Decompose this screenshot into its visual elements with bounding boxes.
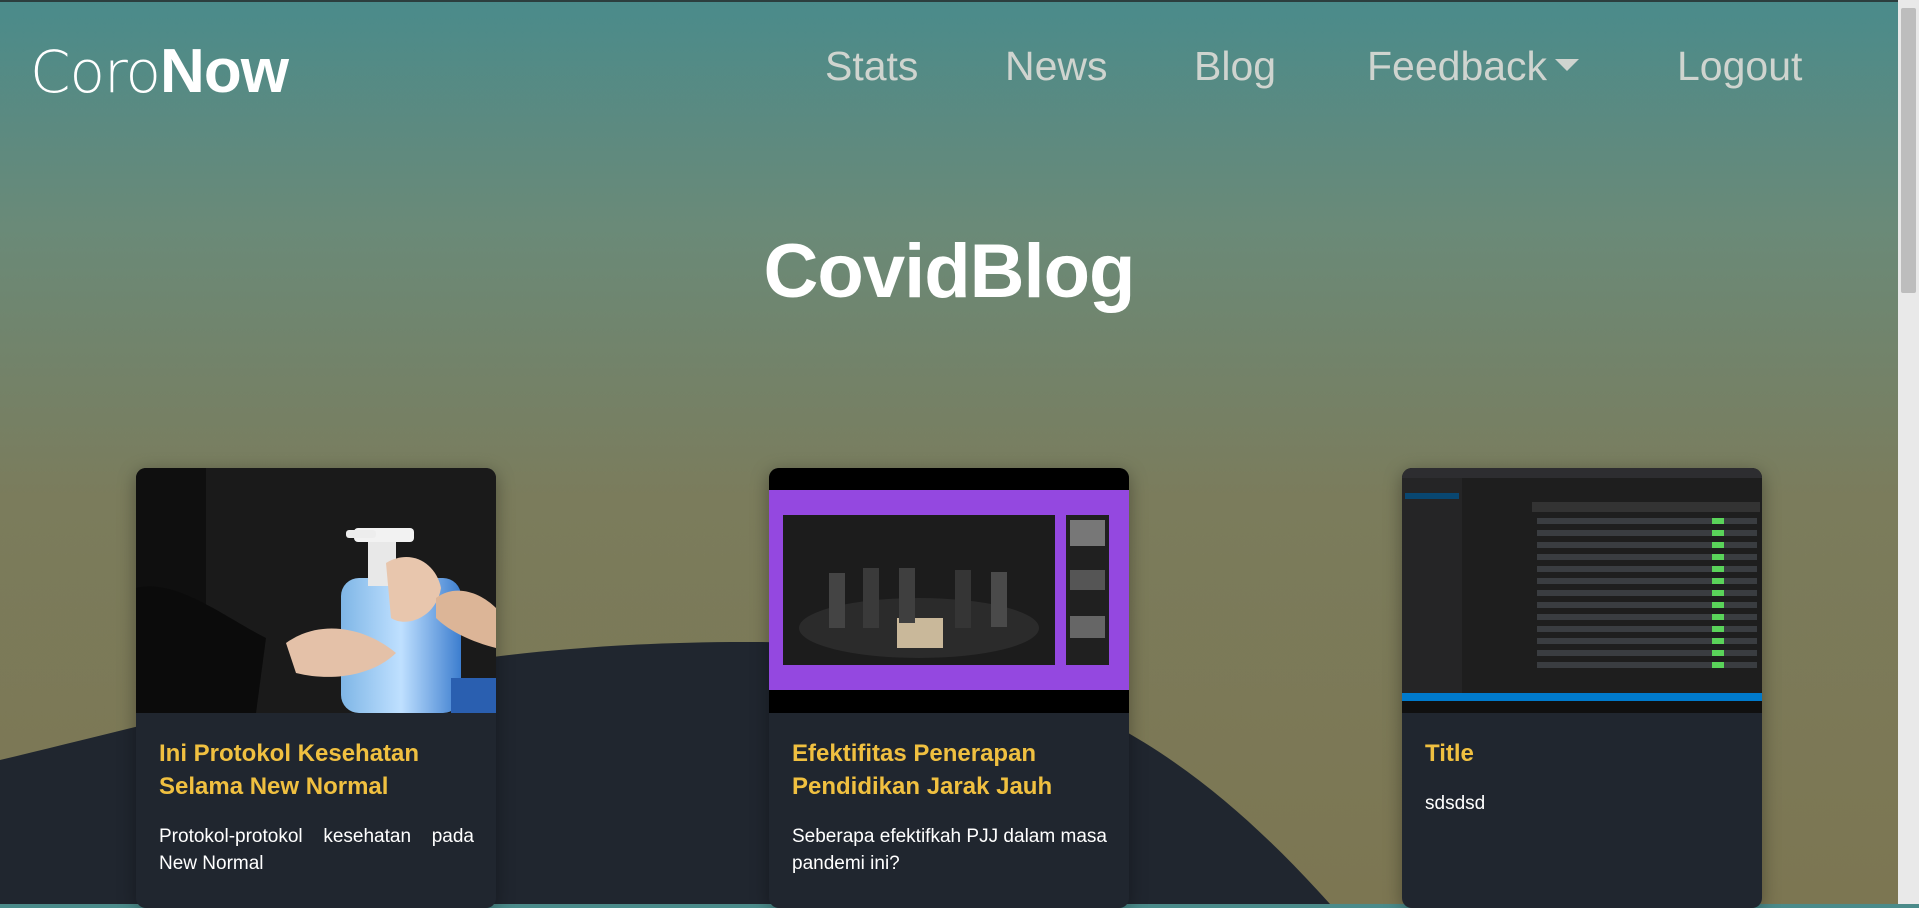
card-title[interactable]: Title (1425, 737, 1740, 770)
blog-card-2[interactable]: Efektifitas Penerapan Pendidikan Jarak J… (769, 468, 1129, 908)
nav-logout-link[interactable]: Logout (1677, 40, 1802, 92)
card-image-code-editor (1402, 468, 1762, 713)
vertical-scrollbar[interactable] (1898, 0, 1919, 904)
brand-logo-bold: Now (160, 37, 289, 106)
page-title: CovidBlog (763, 229, 1136, 314)
nav-feedback-label: Feedback (1367, 43, 1548, 89)
nav-stats-link[interactable]: Stats (825, 40, 918, 92)
brand-logo[interactable]: CoroNow (30, 36, 289, 108)
caret-down-icon (1555, 59, 1580, 72)
navbar: CoroNow Stats News Blog Feedback Logout (0, 0, 1898, 140)
nav-blog-link[interactable]: Blog (1194, 40, 1276, 92)
nav-feedback-dropdown[interactable]: Feedback (1367, 40, 1580, 92)
card-title[interactable]: Ini Protokol Kesehatan Selama New Normal (159, 737, 474, 803)
card-title[interactable]: Efektifitas Penerapan Pendidikan Jarak J… (792, 737, 1107, 803)
scrollbar-thumb[interactable] (1901, 8, 1916, 293)
card-image-video-call (769, 468, 1129, 713)
blog-card-3[interactable]: Title sdsdsd (1402, 468, 1762, 908)
card-text: Protokol-protokol kesehatan pada New Nor… (159, 826, 474, 874)
nav-news-link[interactable]: News (1005, 40, 1108, 92)
card-text: Seberapa efektifkah PJJ dalam masa pande… (792, 826, 1107, 874)
blog-card-1[interactable]: Ini Protokol Kesehatan Selama New Normal… (136, 468, 496, 908)
brand-logo-light: Coro (30, 38, 161, 106)
card-image-hand-sanitizer (136, 468, 496, 713)
card-text: sdsdsd (1425, 793, 1486, 814)
